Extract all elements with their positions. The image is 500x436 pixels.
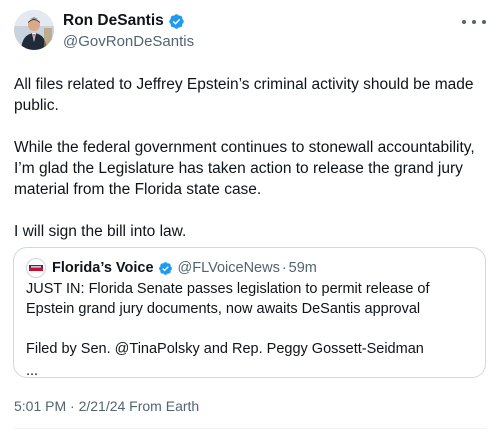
verified-badge-icon [158,261,172,275]
quoted-tweet-ellipsis: ... [26,363,39,379]
verified-badge-icon [169,13,184,29]
portrait-avatar-icon [14,10,54,50]
quoted-tweet-paragraph: JUST IN: Florida Senate passes legislati… [26,281,430,317]
tweet-timestamp[interactable]: 5:01 PM · 2/21/24 From Earth [14,398,199,414]
tweet-paragraph: While the federal government continues t… [14,139,475,198]
author-name[interactable]: Ron DeSantis [63,12,185,30]
tweet-paragraph: All files related to Jeffrey Epstein’s c… [14,76,474,114]
quoted-author-handle[interactable]: @FLVoiceNews [178,260,280,276]
quoted-tweet-text: JUST IN: Florida Senate passes legislati… [26,279,478,381]
separator-dot: · [281,260,287,276]
quoted-tweet-time[interactable]: 59m [289,260,317,276]
author-handle[interactable]: @GovRonDeSantis [63,33,194,50]
tweet-paragraph: I will sign the bill into law. [14,223,187,240]
floridas-voice-logo-icon [29,265,43,271]
quoted-tweet-card[interactable]: Florida’s Voice @FLVoiceNews · 59m JUST … [13,247,486,381]
quoted-author-name[interactable]: Florida’s Voice [52,260,154,276]
quoted-tweet-header: Florida’s Voice @FLVoiceNews · 59m [26,258,317,278]
more-options-icon [462,20,466,24]
divider [14,428,486,429]
quoted-tweet-paragraph: Filed by Sen. @TinaPolsky and Rep. Peggy… [26,341,424,357]
quoted-author-avatar[interactable] [26,258,46,278]
more-options-button[interactable] [462,14,486,30]
author-avatar[interactable] [14,10,54,50]
tweet-text: All files related to Jeffrey Epstein’s c… [14,74,489,263]
author-name-text[interactable]: Ron DeSantis [63,12,164,30]
